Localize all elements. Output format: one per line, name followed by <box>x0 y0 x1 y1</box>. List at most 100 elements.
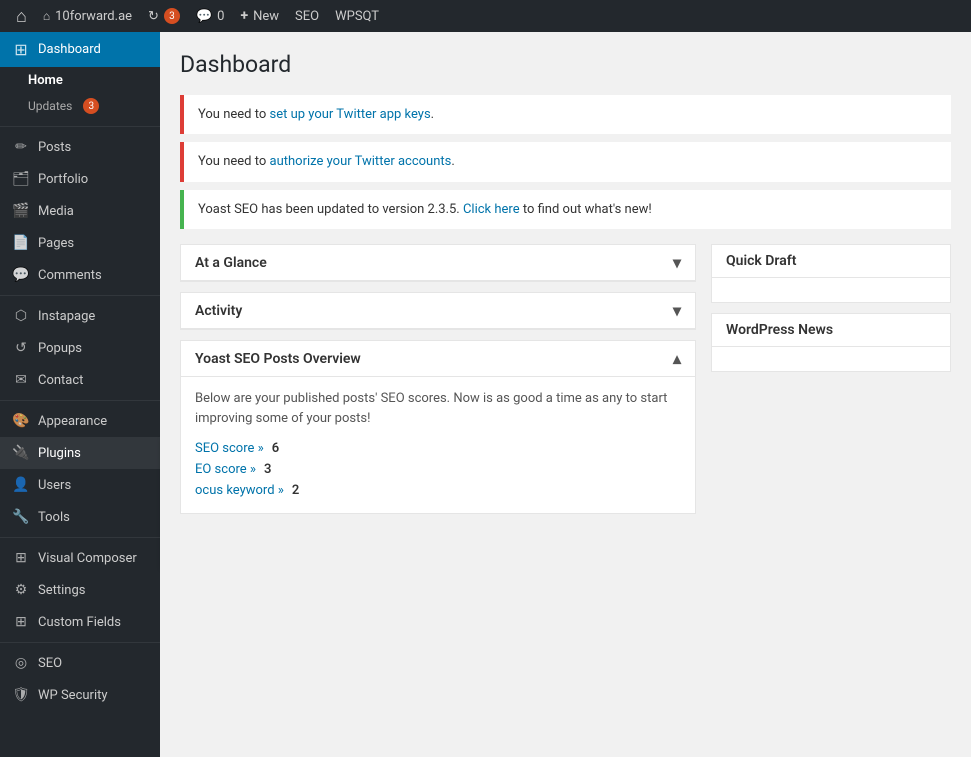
adminbar-site-name[interactable]: ⌂ 10forward.ae <box>35 0 140 32</box>
custom-fields-label: Custom Fields <box>38 615 121 630</box>
widget-at-a-glance: At a Glance ▾ <box>180 244 696 282</box>
yoast-score-row-3: ocus keyword » 2 <box>195 480 681 501</box>
at-a-glance-toggle[interactable]: ▾ <box>673 253 681 272</box>
menu-item-instapage[interactable]: ⬡ Instapage <box>0 300 160 332</box>
notice-2-text-before: You need to <box>198 154 270 169</box>
widget-wp-news: WordPress News <box>711 313 951 372</box>
tools-menu-item[interactable]: 🔧 Tools <box>0 501 160 533</box>
menu-item-portfolio[interactable]: 🗂 Portfolio <box>0 163 160 195</box>
dashboard-menu-item[interactable]: ⊞ Dashboard <box>0 32 160 67</box>
media-menu-item[interactable]: 🎬 Media <box>0 195 160 227</box>
comments-menu-icon: 💬 <box>12 267 30 283</box>
custom-fields-menu-item[interactable]: ⊞ Custom Fields <box>0 606 160 638</box>
updates-refresh-icon: ↻ <box>148 9 159 24</box>
adminbar-wpsqt[interactable]: WPSQT <box>327 0 387 32</box>
menu-item-seo[interactable]: ◎ SEO <box>0 647 160 679</box>
wp-news-header[interactable]: WordPress News <box>712 314 950 347</box>
adminbar-new[interactable]: + New <box>232 0 287 32</box>
menu-item-tools[interactable]: 🔧 Tools <box>0 501 160 533</box>
dashboard-left-column: At a Glance ▾ Activity ▾ <box>180 244 696 514</box>
seo-menu-item[interactable]: ◎ SEO <box>0 647 160 679</box>
menu-item-comments[interactable]: 💬 Comments <box>0 259 160 291</box>
portfolio-icon: 🗂 <box>12 171 30 187</box>
wp-logo-icon: ⌂ <box>16 6 27 27</box>
comments-label: Comments <box>38 268 102 283</box>
activity-header[interactable]: Activity ▾ <box>181 293 695 329</box>
quick-draft-header[interactable]: Quick Draft <box>712 245 950 278</box>
notice-twitter-accounts: You need to authorize your Twitter accou… <box>180 142 951 182</box>
notice-yoast-update: Yoast SEO has been updated to version 2.… <box>180 190 951 230</box>
notice-2-link[interactable]: authorize your Twitter accounts <box>270 154 452 169</box>
wp-security-menu-item[interactable]: 🛡 WP Security <box>0 679 160 711</box>
appearance-icon: 🎨 <box>12 413 30 429</box>
adminbar-updates[interactable]: ↻ 3 <box>140 0 188 32</box>
menu-item-appearance[interactable]: 🎨 Appearance <box>0 405 160 437</box>
yoast-score-link-2[interactable]: EO score » <box>195 462 256 477</box>
users-label: Users <box>38 478 71 493</box>
notice-twitter-keys: You need to set up your Twitter app keys… <box>180 95 951 135</box>
notice-3-text-before: Yoast SEO has been updated to version 2.… <box>198 202 463 217</box>
instapage-menu-item[interactable]: ⬡ Instapage <box>0 300 160 332</box>
yoast-score-link-1[interactable]: SEO score » <box>195 441 264 456</box>
users-menu-item[interactable]: 👤 Users <box>0 469 160 501</box>
yoast-seo-title: Yoast SEO Posts Overview <box>195 351 361 367</box>
menu-item-contact[interactable]: ✉ Contact <box>0 364 160 396</box>
menu-item-posts[interactable]: ✏ Posts <box>0 131 160 163</box>
instapage-icon: ⬡ <box>12 308 30 324</box>
settings-menu-item[interactable]: ⚙ Settings <box>0 574 160 606</box>
yoast-seo-intro: Below are your published posts' SEO scor… <box>195 389 681 428</box>
popups-icon: ↺ <box>12 340 30 356</box>
menu-item-dashboard[interactable]: ⊞ Dashboard Home Updates 3 <box>0 32 160 122</box>
home-menu-item[interactable]: Home <box>0 67 160 94</box>
menu-sep-2 <box>0 295 160 296</box>
menu-item-wp-security[interactable]: 🛡 WP Security <box>0 679 160 711</box>
seo-label: SEO <box>38 656 62 671</box>
yoast-seo-header[interactable]: Yoast SEO Posts Overview ▴ <box>181 341 695 377</box>
contact-icon: ✉ <box>12 372 30 388</box>
notice-3-link[interactable]: Click here <box>463 202 520 217</box>
menu-item-pages[interactable]: 📄 Pages <box>0 227 160 259</box>
notice-1-link[interactable]: set up your Twitter app keys <box>270 107 431 122</box>
notice-1-text-after: . <box>431 107 434 122</box>
comments-menu-item[interactable]: 💬 Comments <box>0 259 160 291</box>
pages-icon: 📄 <box>12 235 30 251</box>
portfolio-menu-item[interactable]: 🗂 Portfolio <box>0 163 160 195</box>
notice-1-text-before: You need to <box>198 107 270 122</box>
visual-composer-icon: ⊞ <box>12 550 30 566</box>
adminbar-wp-logo[interactable]: ⌂ <box>8 0 35 32</box>
menu-item-users[interactable]: 👤 Users <box>0 469 160 501</box>
notice-2-text-after: . <box>451 154 454 169</box>
pages-menu-item[interactable]: 📄 Pages <box>0 227 160 259</box>
appearance-menu-item[interactable]: 🎨 Appearance <box>0 405 160 437</box>
posts-menu-item[interactable]: ✏ Posts <box>0 131 160 163</box>
menu-item-plugins[interactable]: 🔌 Plugins Plugins Installed Plugins Add … <box>0 437 160 469</box>
activity-toggle[interactable]: ▾ <box>673 301 681 320</box>
settings-icon: ⚙ <box>12 582 30 598</box>
yoast-score-link-3[interactable]: ocus keyword » <box>195 483 284 498</box>
popups-menu-item[interactable]: ↺ Popups <box>0 332 160 364</box>
adminbar-seo[interactable]: SEO <box>287 0 327 32</box>
at-a-glance-header[interactable]: At a Glance ▾ <box>181 245 695 281</box>
menu-item-popups[interactable]: ↺ Popups <box>0 332 160 364</box>
updates-menu-item[interactable]: Updates 3 <box>0 94 160 122</box>
adminbar-comments[interactable]: 💬 0 <box>188 0 233 32</box>
menu-item-media[interactable]: 🎬 Media <box>0 195 160 227</box>
menu-item-custom-fields[interactable]: ⊞ Custom Fields <box>0 606 160 638</box>
quick-draft-title: Quick Draft <box>726 253 796 269</box>
wpsqt-label: WPSQT <box>335 9 379 24</box>
contact-menu-item[interactable]: ✉ Contact <box>0 364 160 396</box>
yoast-score-count-1: 6 <box>272 441 279 456</box>
plugins-menu-item[interactable]: 🔌 Plugins <box>0 437 160 469</box>
dashboard-columns: At a Glance ▾ Activity ▾ <box>180 244 951 514</box>
menu-item-settings[interactable]: ⚙ Settings <box>0 574 160 606</box>
activity-title: Activity <box>195 303 242 319</box>
menu-item-visual-composer[interactable]: ⊞ Visual Composer <box>0 542 160 574</box>
yoast-score-count-3: 2 <box>292 483 299 498</box>
wp-security-icon: 🛡 <box>12 687 30 703</box>
dashboard-right-column: Quick Draft WordPress News <box>711 244 951 514</box>
dashboard-label: Dashboard <box>38 42 101 57</box>
visual-composer-menu-item[interactable]: ⊞ Visual Composer <box>0 542 160 574</box>
yoast-seo-toggle[interactable]: ▴ <box>673 349 681 368</box>
custom-fields-icon: ⊞ <box>12 614 30 630</box>
dashboard-icon: ⊞ <box>12 40 30 59</box>
